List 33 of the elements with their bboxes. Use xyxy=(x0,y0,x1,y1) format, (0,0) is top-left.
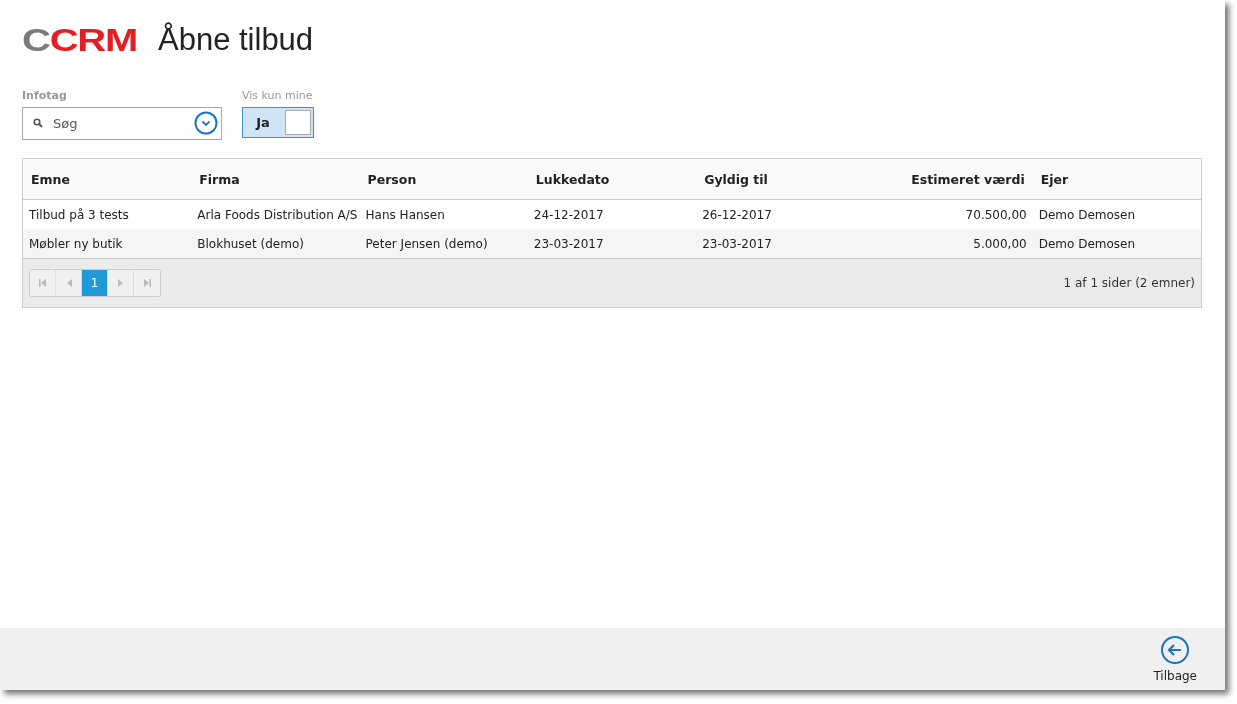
table-cell: 5.000,00 xyxy=(864,229,1033,258)
first-arrow-icon xyxy=(37,278,48,288)
search-icon xyxy=(33,118,43,128)
page-info: 1 af 1 sider (2 emner) xyxy=(1063,276,1195,290)
table-cell: Peter Jensen (demo) xyxy=(359,229,528,258)
table-cell: Tilbud på 3 tests xyxy=(23,199,192,229)
toggle-switch[interactable]: Ja xyxy=(242,107,314,138)
table-cell: 24-12-2017 xyxy=(527,199,697,229)
table-cell: Møbler ny butik xyxy=(23,229,192,258)
dropdown-icon[interactable] xyxy=(194,111,218,135)
column-header[interactable]: Person xyxy=(359,159,528,200)
column-header[interactable]: Gyldig til xyxy=(696,159,865,200)
last-arrow-icon xyxy=(142,278,152,288)
table-cell: 23-03-2017 xyxy=(696,229,865,258)
column-header[interactable]: Estimeret værdi xyxy=(864,159,1033,200)
table-cell: 23-03-2017 xyxy=(527,229,697,258)
logo: CCRM xyxy=(22,24,137,56)
table-cell: Blokhuset (demo) xyxy=(191,229,360,258)
column-header[interactable]: Firma xyxy=(191,159,360,200)
column-header[interactable]: Ejer xyxy=(1032,159,1201,200)
page-title: Åbne tilbud xyxy=(158,22,314,58)
column-header[interactable]: Lukkedato xyxy=(527,159,697,200)
table-cell: Demo Demosen xyxy=(1032,199,1201,229)
column-header[interactable]: Emne xyxy=(23,159,192,200)
table-cell: 70.500,00 xyxy=(864,199,1033,229)
field-label: Infotag xyxy=(22,89,68,102)
search-field[interactable]: Søg xyxy=(22,107,222,140)
table-cell: 26-12-2017 xyxy=(696,199,865,229)
table-cell: Arla Foods Distribution A/S xyxy=(191,199,360,229)
table-cell: Demo Demosen xyxy=(1032,229,1201,258)
table-cell: Hans Hansen xyxy=(359,199,528,229)
back-button[interactable]: Tilbage xyxy=(1153,635,1197,683)
field-label: Vis kun mine xyxy=(242,89,314,102)
